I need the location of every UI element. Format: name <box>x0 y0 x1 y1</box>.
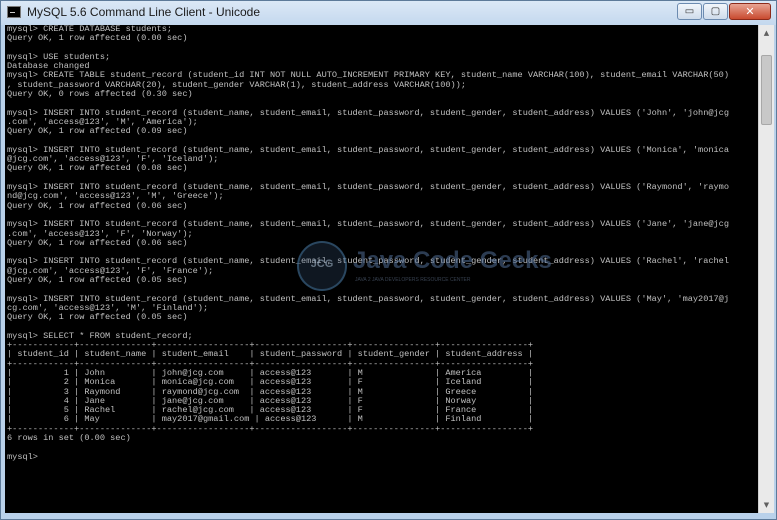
console-line: Query OK, 1 row affected (0.05 sec) <box>7 312 188 323</box>
window-title: MySQL 5.6 Command Line Client - Unicode <box>27 5 260 19</box>
window-controls: ▭ ▢ ✕ <box>676 3 771 20</box>
mysql-console-icon[interactable] <box>7 6 21 18</box>
watermark: JCG Java Code Geeks JAVA 2 JAVA DEVELOPE… <box>297 241 552 301</box>
scroll-down-arrow-icon[interactable]: ▼ <box>759 497 774 513</box>
scroll-thumb[interactable] <box>761 55 772 125</box>
watermark-logo-text: JCG <box>310 258 334 270</box>
console-line: Query OK, 1 row affected (0.00 sec) <box>7 33 188 44</box>
scroll-up-arrow-icon[interactable]: ▲ <box>759 25 774 41</box>
console-line: Query OK, 1 row affected (0.06 sec) <box>7 200 188 211</box>
console-line: 6 rows in set (0.00 sec) <box>7 433 131 444</box>
close-icon[interactable]: ✕ <box>729 3 771 20</box>
console-line: Query OK, 1 row affected (0.09 sec) <box>7 126 188 137</box>
vertical-scrollbar[interactable]: ▲ ▼ <box>758 25 774 513</box>
watermark-subtitle: JAVA 2 JAVA DEVELOPERS RESOURCE CENTER <box>355 277 471 283</box>
title-bar[interactable]: MySQL 5.6 Command Line Client - Unicode … <box>1 1 776 25</box>
console-line: mysql> <box>7 451 38 462</box>
console-line: mysql> USE students; <box>7 51 111 62</box>
minimize-icon[interactable]: ▭ <box>677 3 702 20</box>
console-line: Query OK, 1 row affected (0.08 sec) <box>7 163 188 174</box>
watermark-title: Java Code Geeks <box>353 247 552 274</box>
maximize-icon[interactable]: ▢ <box>703 3 728 20</box>
console-window: MySQL 5.6 Command Line Client - Unicode … <box>0 0 777 520</box>
console-line: Query OK, 0 rows affected (0.30 sec) <box>7 89 193 100</box>
